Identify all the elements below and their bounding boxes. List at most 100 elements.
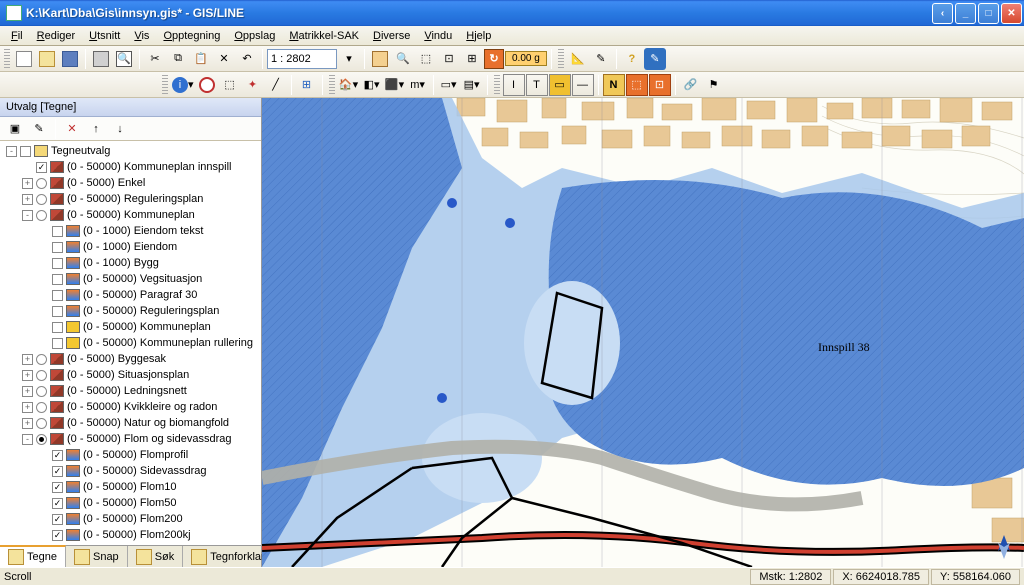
checkbox-icon[interactable] [52,258,63,269]
n-button[interactable]: N [603,74,625,96]
link-tool[interactable]: 🔗 [680,74,702,96]
checkbox-icon[interactable] [52,306,63,317]
radio-icon[interactable] [36,386,47,397]
menu-vindu[interactable]: Vindu [417,28,459,44]
close-button[interactable]: ✕ [1001,3,1022,24]
tree-node[interactable]: ✓(0 - 50000) Flom50 [2,495,259,511]
scale-dropdown[interactable]: ▾ [338,48,360,70]
layer-a-tool[interactable]: 🏠▾ [338,74,360,96]
toolbar-grip-5[interactable] [494,75,500,95]
expand-icon[interactable]: + [22,402,33,413]
checkbox-icon[interactable]: ✓ [52,466,63,477]
expand-icon[interactable]: + [22,370,33,381]
tree-delete[interactable]: ✕ [61,118,83,140]
paste-button[interactable]: 📋 [190,48,212,70]
tree-node[interactable]: +(0 - 5000) Enkel [2,175,259,191]
radio-icon[interactable] [36,210,47,221]
checkbox-icon[interactable] [52,322,63,333]
tree-tool-2[interactable]: ✎ [28,118,50,140]
checkbox-icon[interactable] [52,226,63,237]
tree-down[interactable]: ↓ [109,118,131,140]
tree-node[interactable]: -(0 - 50000) Flom og sidevassdrag [2,431,259,447]
grid-button[interactable]: ⊞ [461,48,483,70]
tree-tool-1[interactable]: ▣ [4,118,26,140]
extra-button[interactable]: ‹ [932,3,953,24]
tree-node[interactable]: +(0 - 50000) Kvikkleire og radon [2,399,259,415]
refresh-button[interactable]: ↻ [484,49,504,69]
orange-b-button[interactable]: ⊡ [649,74,671,96]
toolbar-grip-4[interactable] [329,75,335,95]
save-button[interactable] [59,48,81,70]
scale-input[interactable] [267,49,337,69]
map-canvas[interactable] [262,98,1024,567]
tree-node[interactable]: ✓(0 - 50000) Flomprofil [2,447,259,463]
tree-up[interactable]: ↑ [85,118,107,140]
tree-node[interactable]: -(0 - 50000) Kommuneplan [2,207,259,223]
prop-tool[interactable]: ▭▾ [438,74,460,96]
line-tool[interactable]: ╱ [265,74,287,96]
radio-icon[interactable] [36,418,47,429]
mode-line-button[interactable]: — [572,74,594,96]
tree-node[interactable]: (0 - 50000) Reguleringsplan [2,303,259,319]
tree-node[interactable]: (0 - 1000) Eiendom [2,239,259,255]
help-button[interactable]: ? [621,48,643,70]
mode-i-button[interactable]: I [503,74,525,96]
tree-node[interactable]: (0 - 50000) Kommuneplan rullering [2,335,259,351]
select-tool[interactable]: ⬚ [219,74,241,96]
flag-tool[interactable]: ⚑ [703,74,725,96]
tree-node[interactable]: (0 - 1000) Eiendom tekst [2,223,259,239]
undo-button[interactable]: ↶ [236,48,258,70]
print-button[interactable] [90,48,112,70]
maximize-button[interactable]: □ [978,3,999,24]
tree-node[interactable]: (0 - 50000) Vegsituasjon [2,271,259,287]
layer-b-tool[interactable]: ◧▾ [361,74,383,96]
toolbar-grip[interactable] [4,49,10,69]
minimize-button[interactable]: _ [955,3,976,24]
delete-button[interactable]: ✕ [213,48,235,70]
expand-icon[interactable]: + [22,418,33,429]
menu-hjelp[interactable]: Hjelp [459,28,498,44]
checkbox-icon[interactable] [52,274,63,285]
expand-icon[interactable]: - [6,146,17,157]
tree-node[interactable]: ✓(0 - 50000) Flom10 [2,479,259,495]
menu-rediger[interactable]: Rediger [30,28,83,44]
tree-node[interactable]: +(0 - 50000) Ledningsnett [2,383,259,399]
checkbox-icon[interactable]: ✓ [36,162,47,173]
sidebar-tab-snap[interactable]: Snap [66,546,128,567]
radio-icon[interactable] [36,194,47,205]
preview-button[interactable]: 🔍 [113,48,135,70]
tree-node[interactable]: +(0 - 50000) Natur og biomangfold [2,415,259,431]
menu-matrikkel-sak[interactable]: Matrikkel-SAK [282,28,366,44]
menu-vis[interactable]: Vis [127,28,156,44]
toolbar-grip-2[interactable] [558,49,564,69]
orange-a-button[interactable]: ⬚ [626,74,648,96]
tree-node[interactable]: ✓(0 - 50000) Kommuneplan innspill [2,159,259,175]
checkbox-icon[interactable]: ✓ [52,482,63,493]
checkbox-icon[interactable] [52,338,63,349]
tree-node[interactable]: ✓(0 - 50000) Flom200kj [2,527,259,543]
copy-button[interactable]: ⧉ [167,48,189,70]
text-tool[interactable]: ▤▾ [461,74,483,96]
radio-icon[interactable] [36,434,47,445]
measure-button[interactable]: 📐 [567,48,589,70]
target-tool[interactable] [196,74,218,96]
checkbox-icon[interactable] [52,290,63,301]
menu-diverse[interactable]: Diverse [366,28,417,44]
tree-node[interactable]: (0 - 50000) Paragraf 30 [2,287,259,303]
info-tool[interactable]: i▾ [171,74,195,96]
expand-icon[interactable]: + [22,178,33,189]
open-button[interactable] [36,48,58,70]
expand-icon[interactable]: + [22,354,33,365]
sidebar-tab-tegne[interactable]: Tegne [0,545,66,567]
cut-button[interactable]: ✂ [144,48,166,70]
radio-icon[interactable] [36,354,47,365]
checkbox-icon[interactable] [52,242,63,253]
tree-node[interactable]: -Tegneutvalg [2,143,259,159]
zoom-button[interactable]: 🔍 [392,48,414,70]
mode-t-button[interactable]: T [526,74,548,96]
menu-fil[interactable]: Fil [4,28,30,44]
grid-tool[interactable]: ⊞ [296,74,318,96]
expand-icon[interactable]: + [22,194,33,205]
tree-node[interactable]: (0 - 50000) Kommuneplan [2,319,259,335]
zoom-extent-button[interactable]: ⊡ [438,48,460,70]
